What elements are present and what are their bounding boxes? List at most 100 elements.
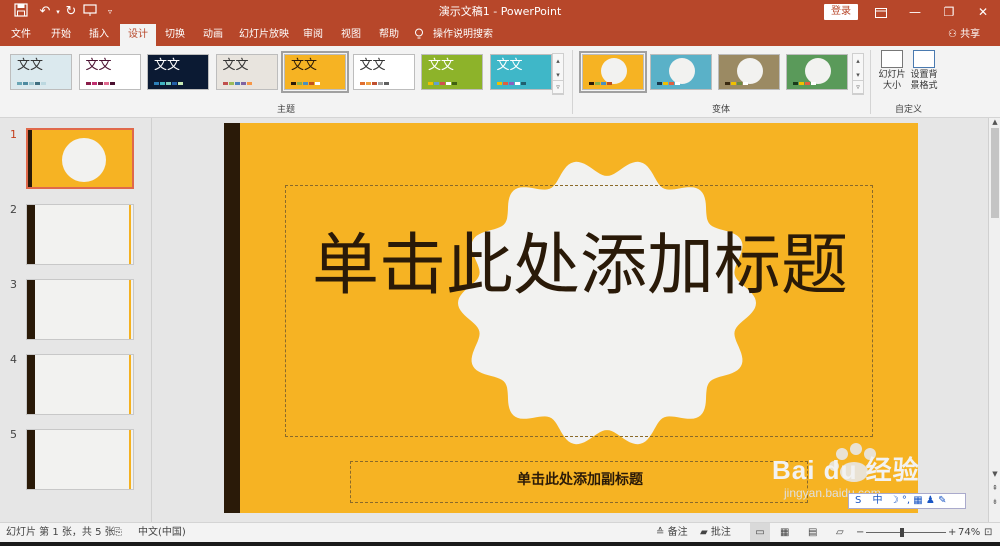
variant-thumbnail-2[interactable] [650,54,712,90]
zoom-slider-thumb[interactable] [900,528,904,537]
restore-icon[interactable]: ❐ [932,0,966,24]
tab-file[interactable]: 文件 [4,24,38,46]
theme-color-swatches [222,82,252,85]
slide-thumbnail-5[interactable] [26,429,134,490]
taskbar-edge [0,542,1000,546]
ime-toolbar[interactable]: S 中 ☽ °, ▦ ♟ ✎ [848,493,966,509]
slide-number: 1 [10,128,17,141]
theme-color-swatches [359,82,389,85]
tab-animations[interactable]: 动画 [196,24,230,46]
login-button[interactable]: 登录 [824,4,858,20]
tab-view[interactable]: 视图 [334,24,368,46]
variant-badge [601,58,627,84]
comments-label: 批注 [710,527,731,538]
ribbon-display-options-icon[interactable] [864,0,898,24]
normal-view-icon[interactable]: ▭ [750,523,770,543]
minimize-icon[interactable]: — [898,0,932,24]
theme-color-swatches [291,82,320,85]
tab-review[interactable]: 审阅 [296,24,330,46]
next-slide-icon[interactable]: ⇟ [989,498,1000,506]
theme-sample-text: 文文 [359,58,386,73]
fit-to-window-icon[interactable]: ⊡ [984,523,992,543]
variant-badge [737,58,763,84]
variant-badge [669,58,695,84]
comments-button[interactable]: ▰ 批注 [700,523,731,543]
thumb-spine [27,280,35,339]
thumb-stripe [129,280,131,339]
slide-size-button[interactable]: 幻灯片 大小 [876,50,908,98]
theme-thumbnail-4[interactable]: 文文 [215,54,278,90]
tab-design[interactable]: 设计 [120,24,156,46]
scroll-up-icon[interactable]: ▲ [989,118,1000,126]
vertical-scrollbar[interactable]: ▲ ▼ ⇞ ⇟ [988,118,1000,522]
tab-help[interactable]: 帮助 [372,24,406,46]
slide-count: 幻灯片 第 1 张，共 5 张 [6,527,115,538]
slide-thumbnail-2[interactable] [26,204,134,265]
theme-thumbnail-2[interactable]: 文文 [78,54,141,90]
variant-color-swatches [725,82,748,85]
title-placeholder-text: 单击此处添加标题 [312,226,848,304]
ime-logo-icon: S [855,495,862,506]
app-name: PowerPoint [500,5,562,18]
close-icon[interactable]: ✕ [966,0,1000,24]
previous-slide-icon[interactable]: ⇞ [989,484,1000,492]
thumb-stripe [129,430,131,489]
variant-thumbnail-3[interactable] [718,54,780,90]
tab-insert[interactable]: 插入 [82,24,116,46]
theme-thumbnail-5[interactable]: 文文 [281,51,349,93]
scroll-down-icon[interactable]: ▼ [989,470,1000,478]
slide-number: 2 [10,203,17,216]
comment-icon: ▰ [700,527,708,538]
variants-more-icon[interactable]: ▿ [852,80,864,94]
themes-more-icon[interactable]: ▿ [552,80,564,94]
lightbulb-icon [412,24,426,46]
title-placeholder[interactable]: 单击此处添加标题 [285,185,873,437]
theme-thumbnail-6[interactable]: 文文 [352,54,415,90]
thumb-stripe [129,355,131,414]
format-background-label: 设置背 景格式 [910,70,938,91]
zoom-in-icon[interactable]: + [948,523,956,543]
format-background-button[interactable]: 设置背 景格式 [908,50,940,98]
theme-thumbnail-7[interactable]: 文文 [421,54,483,90]
scrollbar-thumb[interactable] [991,128,999,218]
slide-sorter-icon[interactable]: ▦ [780,523,789,543]
zoom-level[interactable]: 74% [958,523,980,543]
variants-group-label: 变体 [712,105,731,115]
share-button[interactable]: ⚇ 共享 [948,24,980,46]
zoom-slider[interactable] [866,532,946,533]
subtitle-placeholder[interactable]: 单击此处添加副标题 [350,461,808,503]
slide-number: 3 [10,278,17,291]
theme-sample-text: 文文 [428,58,455,73]
ribbon-tabs: 文件 开始 插入 设计 切换 动画 幻灯片放映 审阅 视图 帮助 操作说明搜索 … [0,24,1000,46]
tab-transitions[interactable]: 切换 [158,24,192,46]
slide-thumbnail-pane: 1 2 3 4 5 [0,118,152,522]
variant-color-swatches [589,82,612,85]
notes-label: 备注 [667,527,688,538]
theme-sample-text: 文文 [222,58,249,73]
thumb-spine [27,355,35,414]
zoom-out-icon[interactable]: − [856,523,864,543]
reading-view-icon[interactable]: ▤ [808,523,817,543]
variant-thumbnail-4[interactable] [786,54,848,90]
slide-thumbnail-4[interactable] [26,354,134,415]
slide-number: 4 [10,353,17,366]
notes-button[interactable]: ≙ 备注 [656,523,688,543]
slide-thumbnail-1[interactable] [26,128,134,189]
theme-thumbnail-8[interactable]: 文文 [489,54,552,90]
language-status[interactable]: 中文(中国) [138,523,186,543]
tab-home[interactable]: 开始 [44,24,78,46]
variant-thumbnail-1[interactable] [579,51,647,93]
status-bar: 幻灯片 第 1 张，共 5 张 ⎘ 中文(中国) ≙ 备注 ▰ 批注 ▭ ▦ ▤… [0,522,1000,543]
slideshow-view-icon[interactable]: ▱ [836,523,844,543]
person-icon: ⚇ [948,29,957,40]
tell-me-search[interactable]: 操作说明搜索 [432,24,494,46]
slide-number: 5 [10,428,17,441]
themes-group-label: 主题 [277,105,296,115]
tab-slideshow[interactable]: 幻灯片放映 [236,24,292,46]
theme-thumbnail-3[interactable]: 文文 [147,54,209,90]
slide-size-label: 幻灯片 大小 [878,70,906,91]
punctuation-icon: °, [901,495,911,506]
slide-thumbnail-3[interactable] [26,279,134,340]
spellcheck-icon[interactable]: ⎘ [114,523,122,543]
theme-thumbnail-1[interactable]: 文文 [10,54,72,90]
